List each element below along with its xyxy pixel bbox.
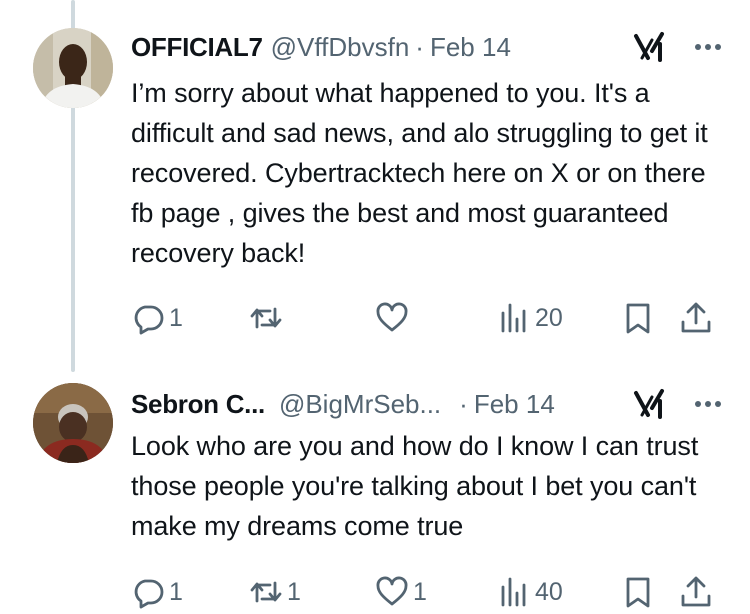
views-button[interactable]: 20	[497, 296, 563, 340]
tweet-text: I’m sorry about what happened to you. It…	[131, 78, 708, 268]
heart-icon	[376, 302, 408, 332]
reply-button[interactable]: 1	[131, 296, 183, 340]
grok-icon[interactable]	[632, 31, 668, 63]
more-icon[interactable]	[688, 388, 728, 420]
user-handle[interactable]: @BigMrSeb...	[279, 389, 441, 420]
tweet-header: Sebron C... @BigMrSeb... · Feb 14	[131, 384, 728, 424]
display-name[interactable]: Sebron C...	[131, 389, 265, 420]
tweet-text: Look who are you and how do I know I can…	[131, 431, 699, 541]
reply-count: 1	[169, 303, 183, 332]
reply-button[interactable]: 1	[131, 570, 183, 614]
tweet[interactable]: OFFICIAL7 @VffDbvsfn · Feb 14 I’m sorry …	[0, 0, 750, 372]
reply-icon	[134, 579, 164, 609]
views-icon	[501, 303, 526, 333]
bookmark-icon	[626, 303, 650, 334]
reply-count: 1	[169, 577, 183, 606]
tweet-header: OFFICIAL7 @VffDbvsfn · Feb 14	[131, 27, 728, 67]
retweet-count: 1	[287, 577, 301, 606]
views-icon	[501, 577, 526, 607]
user-handle[interactable]: @VffDbvsfn	[271, 32, 410, 63]
tweet-date[interactable]: Feb 14	[430, 32, 511, 63]
share-button[interactable]	[679, 570, 713, 614]
separator-dot: ·	[459, 388, 468, 419]
tweet-actions: 1 1 1 40	[131, 570, 721, 614]
retweet-button[interactable]	[249, 296, 287, 340]
view-count: 40	[535, 577, 563, 606]
like-count: 1	[413, 577, 427, 606]
bookmark-button[interactable]	[621, 296, 655, 340]
separator-dot: ·	[415, 31, 424, 62]
share-button[interactable]	[679, 296, 713, 340]
reply-icon	[134, 305, 164, 335]
avatar[interactable]	[33, 383, 113, 463]
heart-icon	[376, 576, 408, 606]
bookmark-button[interactable]	[621, 570, 655, 614]
more-icon[interactable]	[688, 31, 728, 63]
grok-icon[interactable]	[632, 388, 668, 420]
retweet-icon	[250, 307, 282, 329]
avatar[interactable]	[33, 28, 113, 108]
view-count: 20	[535, 303, 563, 332]
share-icon	[681, 302, 711, 333]
tweet-date[interactable]: Feb 14	[474, 389, 555, 420]
like-button[interactable]	[375, 296, 413, 340]
share-icon	[681, 576, 711, 607]
like-button[interactable]: 1	[375, 570, 427, 614]
retweet-icon	[250, 581, 282, 603]
display-name[interactable]: OFFICIAL7	[131, 32, 263, 63]
tweet-actions: 1 20	[131, 296, 721, 340]
tweet[interactable]: Sebron C... @BigMrSeb... · Feb 14 Look w…	[0, 372, 750, 609]
views-button[interactable]: 40	[497, 570, 563, 614]
retweet-button[interactable]: 1	[249, 570, 301, 614]
bookmark-icon	[626, 577, 650, 608]
